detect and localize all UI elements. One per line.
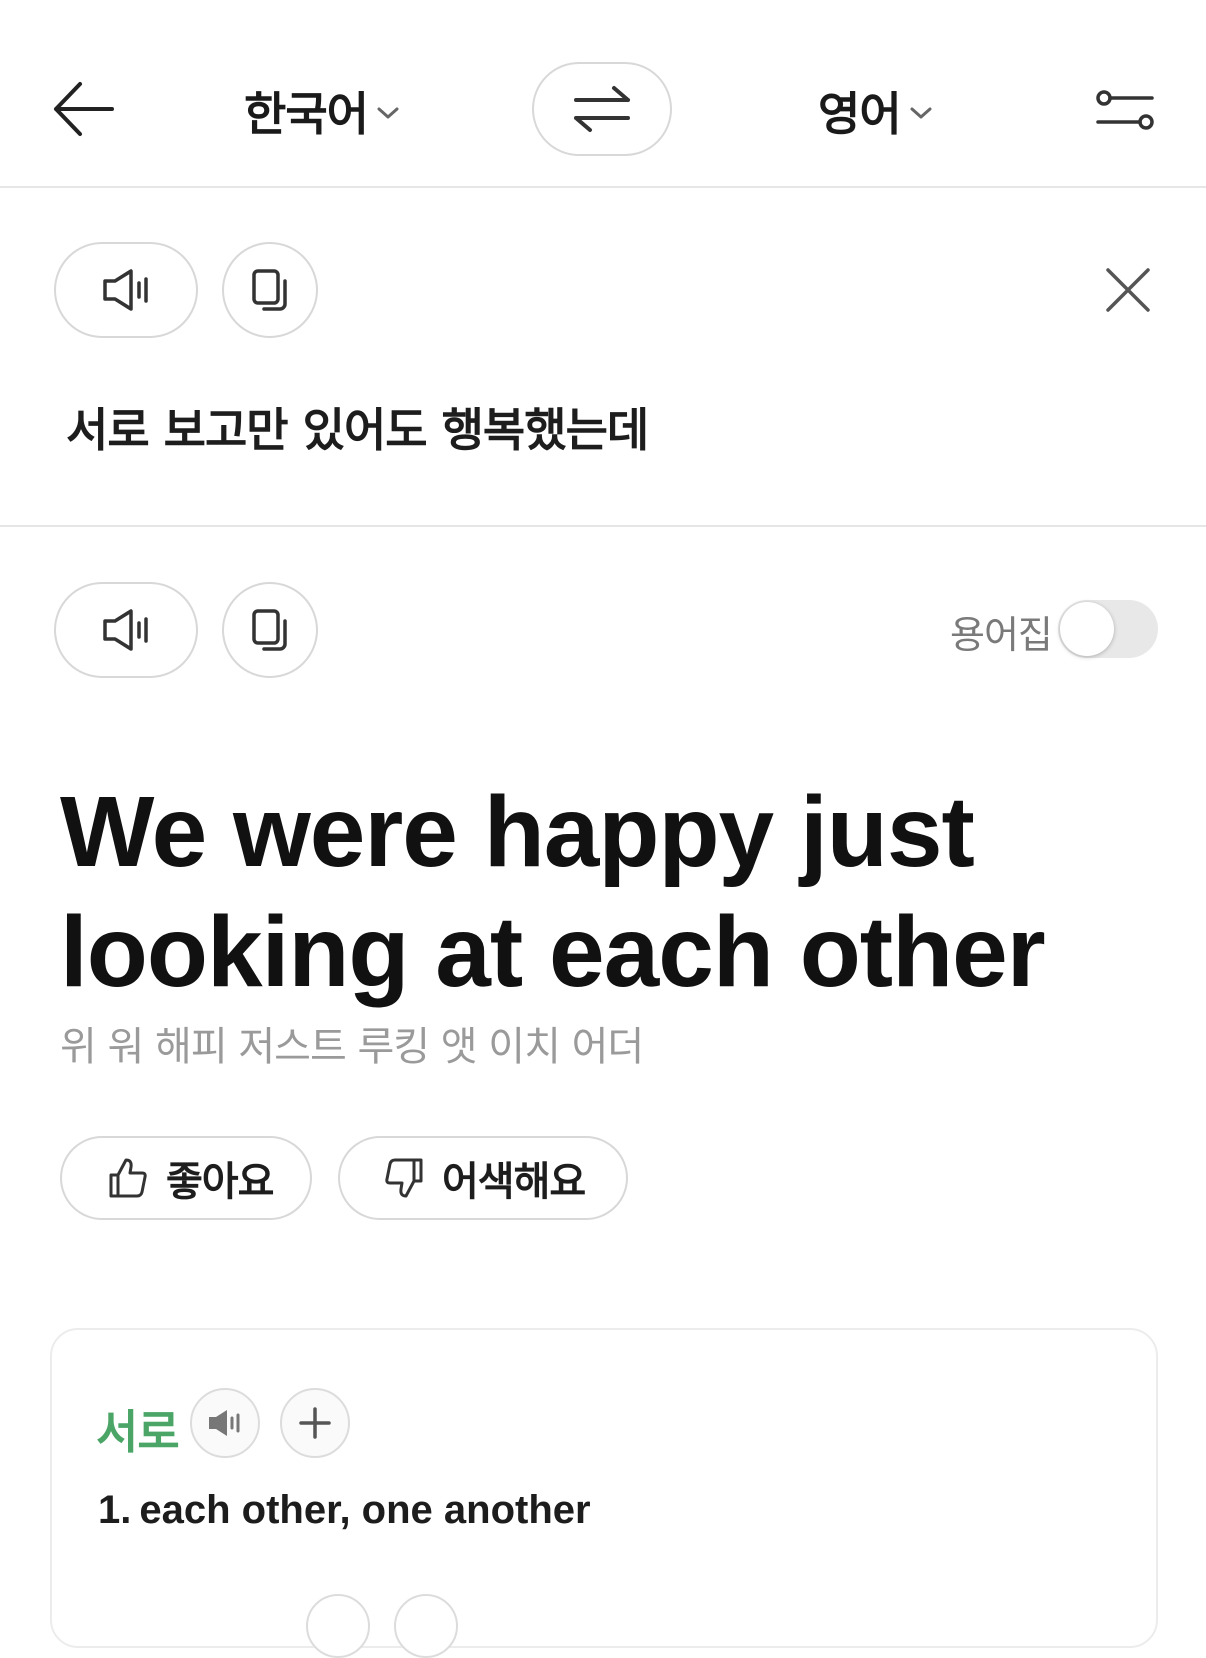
glossary-toggle-knob [1060,602,1114,656]
dictionary-word[interactable]: 서로 [96,1396,180,1462]
thumbs-down-icon [385,1158,423,1198]
speaker-icon [209,1410,240,1436]
speaker-icon [103,609,148,651]
copy-icon [252,269,287,311]
swap-arrows-icon [574,86,630,132]
speaker-icon [103,269,148,311]
source-speak-button[interactable] [54,242,198,338]
source-language-label: 한국어 [244,87,369,141]
dictionary-definition: 1. each other, one another [98,1488,591,1533]
source-text[interactable]: 서로 보고만 있어도 행복했는데 [66,394,649,460]
dictionary-speak-button[interactable] [190,1388,260,1458]
plus-icon [299,1407,331,1439]
dislike-button[interactable]: 어색해요 [338,1136,628,1220]
swap-languages-button[interactable] [532,62,672,156]
source-copy-button[interactable] [222,242,318,338]
like-label: 좋아요 [166,1159,274,1205]
example-add-button[interactable] [394,1594,458,1658]
close-icon [1106,268,1150,312]
like-button[interactable]: 좋아요 [60,1136,312,1220]
result-speak-button[interactable] [54,582,198,678]
chevron-down-icon [377,107,399,119]
section-divider [0,525,1206,527]
translation-text: We were happy just looking at each other [60,776,1046,1008]
arrow-left-icon [54,82,114,136]
definition-number: 1. [98,1488,132,1532]
target-language-label: 영어 [818,87,902,141]
pronunciation-text: 위 워 해피 저스트 루킹 앳 이치 어더 [60,1024,644,1070]
example-speak-button[interactable] [306,1594,370,1658]
source-language-selector[interactable]: 한국어 [244,76,400,146]
sliders-icon [1096,90,1154,130]
result-copy-button[interactable] [222,582,318,678]
settings-button[interactable] [1094,88,1156,132]
dictionary-add-button[interactable] [280,1388,350,1458]
dislike-label: 어색해요 [442,1159,586,1205]
clear-button[interactable] [1100,262,1156,318]
target-language-selector[interactable]: 영어 [818,76,933,146]
thumbs-up-icon [109,1158,147,1198]
definition-text: each other, one another [139,1488,591,1532]
glossary-label: 용어집 [950,613,1053,657]
copy-icon [252,609,287,651]
back-button[interactable] [50,78,120,140]
chevron-down-icon [910,107,932,119]
